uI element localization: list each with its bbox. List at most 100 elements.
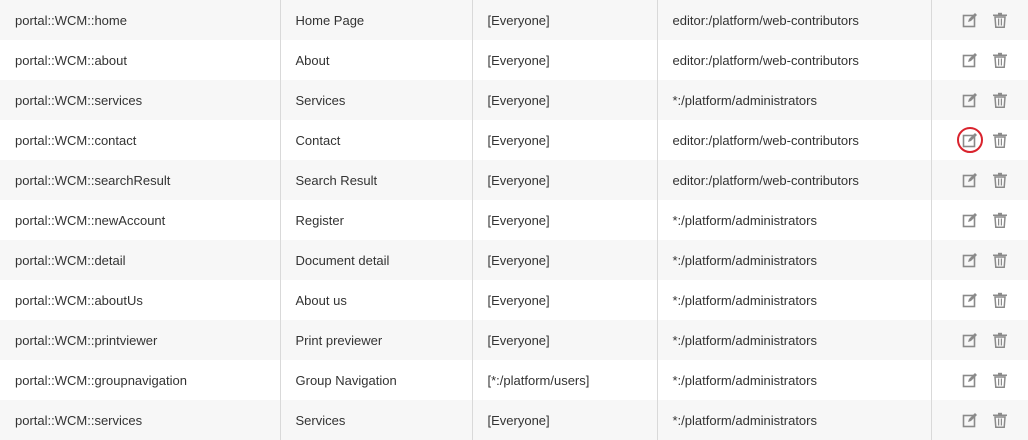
delete-button[interactable] xyxy=(989,89,1011,111)
trash-icon xyxy=(992,12,1008,28)
access-cell: [Everyone] xyxy=(472,320,657,360)
page-title: Register xyxy=(296,213,344,228)
page-title: Document detail xyxy=(296,253,390,268)
edit-permission-cell: *:/platform/administrators xyxy=(657,320,931,360)
row-actions xyxy=(932,120,1028,160)
edit-permission-cell: *:/platform/administrators xyxy=(657,80,931,120)
page-id-cell: portal::WCM::services xyxy=(0,80,280,120)
delete-button[interactable] xyxy=(989,209,1011,231)
access-permission: [Everyone] xyxy=(488,133,550,148)
access-cell: [Everyone] xyxy=(472,40,657,80)
edit-permission-cell: editor:/platform/web-contributors xyxy=(657,40,931,80)
edit-icon xyxy=(962,252,978,268)
title-cell: Home Page xyxy=(280,0,472,40)
edit-button[interactable] xyxy=(959,209,981,231)
edit-permission: *:/platform/administrators xyxy=(673,293,818,308)
delete-button[interactable] xyxy=(989,289,1011,311)
page-id: portal::WCM::home xyxy=(15,13,127,28)
actions-cell xyxy=(931,120,1028,160)
page-title: Search Result xyxy=(296,173,378,188)
access-cell: [Everyone] xyxy=(472,120,657,160)
pages-table: portal::WCM::home Home Page [Everyone] e… xyxy=(0,0,1028,440)
edit-permission: *:/platform/administrators xyxy=(673,253,818,268)
table-row: portal::WCM::searchResult Search Result … xyxy=(0,160,1028,200)
row-actions xyxy=(932,280,1028,320)
trash-icon xyxy=(992,92,1008,108)
edit-button[interactable] xyxy=(959,49,981,71)
edit-button[interactable] xyxy=(959,169,981,191)
edit-icon xyxy=(962,12,978,28)
access-cell: [Everyone] xyxy=(472,200,657,240)
title-cell: Print previewer xyxy=(280,320,472,360)
page-id: portal::WCM::newAccount xyxy=(15,213,165,228)
actions-cell xyxy=(931,360,1028,400)
edit-icon xyxy=(962,212,978,228)
title-cell: Document detail xyxy=(280,240,472,280)
access-cell: [Everyone] xyxy=(472,240,657,280)
page-id: portal::WCM::printviewer xyxy=(15,333,157,348)
title-cell: Search Result xyxy=(280,160,472,200)
page-id: portal::WCM::groupnavigation xyxy=(15,373,187,388)
title-cell: Services xyxy=(280,400,472,440)
access-cell: [*:/platform/users] xyxy=(472,360,657,400)
delete-button[interactable] xyxy=(989,369,1011,391)
row-actions xyxy=(932,160,1028,200)
row-actions xyxy=(932,400,1028,440)
table-row: portal::WCM::home Home Page [Everyone] e… xyxy=(0,0,1028,40)
page-id-cell: portal::WCM::aboutUs xyxy=(0,280,280,320)
table-row: portal::WCM::groupnavigation Group Navig… xyxy=(0,360,1028,400)
delete-button[interactable] xyxy=(989,9,1011,31)
edit-permission: *:/platform/administrators xyxy=(673,333,818,348)
delete-button[interactable] xyxy=(989,129,1011,151)
table-row: portal::WCM::contact Contact [Everyone] … xyxy=(0,120,1028,160)
table-row: portal::WCM::printviewer Print previewer… xyxy=(0,320,1028,360)
edit-icon xyxy=(962,52,978,68)
edit-button[interactable] xyxy=(959,369,981,391)
edit-permission: editor:/platform/web-contributors xyxy=(673,13,859,28)
edit-button[interactable] xyxy=(959,289,981,311)
edit-permission: editor:/platform/web-contributors xyxy=(673,53,859,68)
page-id-cell: portal::WCM::services xyxy=(0,400,280,440)
access-cell: [Everyone] xyxy=(472,0,657,40)
trash-icon xyxy=(992,212,1008,228)
table-row: portal::WCM::aboutUs About us [Everyone]… xyxy=(0,280,1028,320)
page-id: portal::WCM::detail xyxy=(15,253,126,268)
page-id: portal::WCM::searchResult xyxy=(15,173,170,188)
access-permission: [*:/platform/users] xyxy=(488,373,590,388)
title-cell: About xyxy=(280,40,472,80)
page-id-cell: portal::WCM::searchResult xyxy=(0,160,280,200)
actions-cell xyxy=(931,320,1028,360)
access-permission: [Everyone] xyxy=(488,173,550,188)
edit-icon xyxy=(962,332,978,348)
edit-button[interactable] xyxy=(957,127,983,153)
page-id-cell: portal::WCM::newAccount xyxy=(0,200,280,240)
trash-icon xyxy=(992,372,1008,388)
delete-button[interactable] xyxy=(989,49,1011,71)
actions-cell xyxy=(931,0,1028,40)
page-id-cell: portal::WCM::printviewer xyxy=(0,320,280,360)
edit-permission: *:/platform/administrators xyxy=(673,413,818,428)
edit-button[interactable] xyxy=(959,89,981,111)
actions-cell xyxy=(931,160,1028,200)
edit-button[interactable] xyxy=(959,329,981,351)
edit-button[interactable] xyxy=(959,409,981,431)
access-cell: [Everyone] xyxy=(472,280,657,320)
access-permission: [Everyone] xyxy=(488,413,550,428)
row-actions xyxy=(932,40,1028,80)
edit-icon xyxy=(962,292,978,308)
edit-permission: editor:/platform/web-contributors xyxy=(673,133,859,148)
page-title: Services xyxy=(296,413,346,428)
delete-button[interactable] xyxy=(989,409,1011,431)
page-title: About us xyxy=(296,293,347,308)
delete-button[interactable] xyxy=(989,329,1011,351)
edit-permission-cell: editor:/platform/web-contributors xyxy=(657,120,931,160)
edit-button[interactable] xyxy=(959,249,981,271)
edit-permission-cell: *:/platform/administrators xyxy=(657,240,931,280)
access-permission: [Everyone] xyxy=(488,13,550,28)
page-title: Print previewer xyxy=(296,333,383,348)
delete-button[interactable] xyxy=(989,249,1011,271)
edit-button[interactable] xyxy=(959,9,981,31)
delete-button[interactable] xyxy=(989,169,1011,191)
edit-permission: *:/platform/administrators xyxy=(673,373,818,388)
access-permission: [Everyone] xyxy=(488,333,550,348)
